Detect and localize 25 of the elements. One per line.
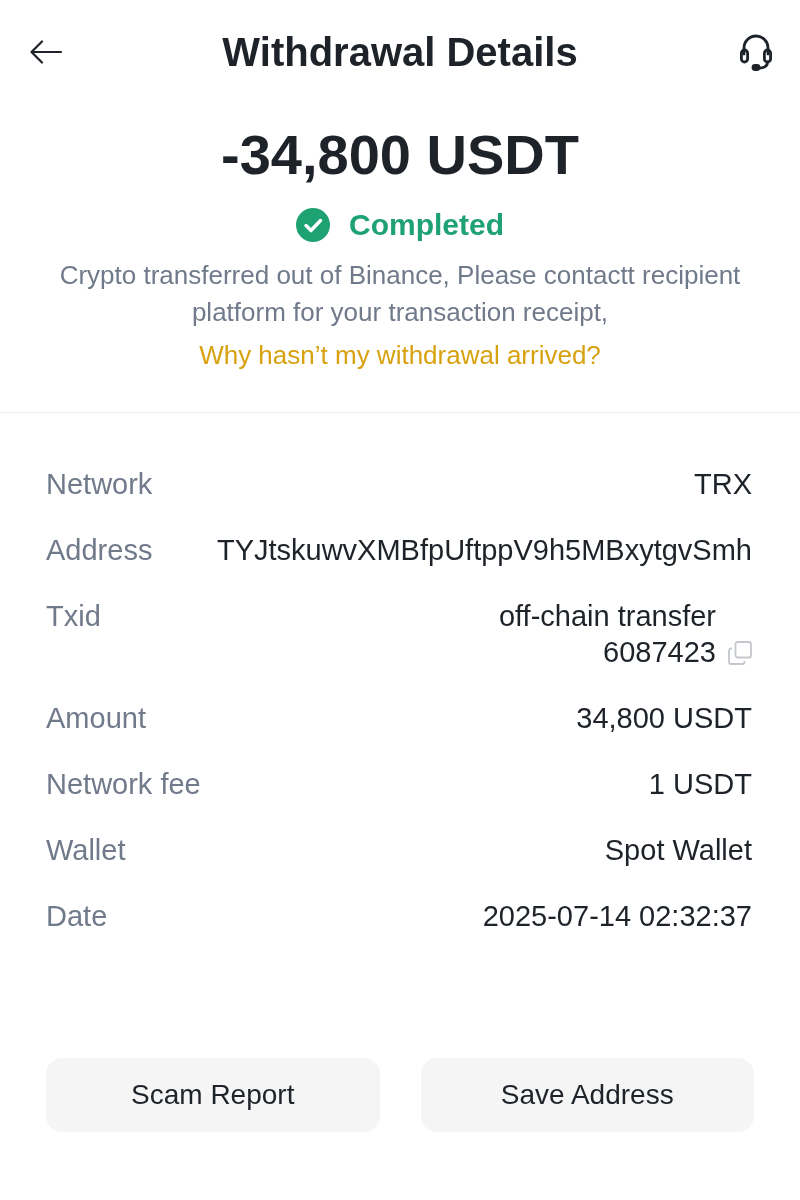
support-button[interactable] — [738, 32, 774, 72]
field-label: Wallet — [46, 833, 126, 868]
field-label: Address — [46, 533, 153, 568]
amount-text: -34,800 USDT — [221, 123, 579, 187]
action-button[interactable]: Save Address — [420, 1058, 754, 1132]
action-button[interactable]: Scam Report — [46, 1058, 380, 1132]
headset-icon — [739, 33, 773, 71]
field-value: 1 USDT — [648, 767, 752, 802]
check-circle-icon — [296, 208, 330, 242]
field-value: TRX — [694, 467, 752, 502]
field-label: Amount — [46, 701, 146, 736]
field-value: off-chain transfer 6087423 — [497, 599, 716, 670]
status-label: Completed — [349, 207, 504, 243]
back-button[interactable] — [28, 38, 64, 66]
field-value: 34,800 USDT — [576, 701, 752, 736]
field-value: 2025-07-14 02:32:37 — [482, 899, 752, 934]
field-value: TYJtskuwvXMBfpUftppV9h5MBxytgvSmh — [216, 533, 752, 568]
field-label: Date — [46, 899, 108, 934]
field-value: Spot Wallet — [604, 833, 752, 868]
page-title: Withdrawal Details — [222, 29, 578, 76]
notice-text: Crypto transferred out of Binance, Please contactt recipient platform for your transaction receipt, — [58, 259, 742, 329]
field-label: Network — [46, 467, 153, 502]
field-label: Txid — [46, 599, 101, 634]
field-label: Network fee — [46, 767, 201, 802]
back-arrow-icon — [29, 40, 63, 64]
